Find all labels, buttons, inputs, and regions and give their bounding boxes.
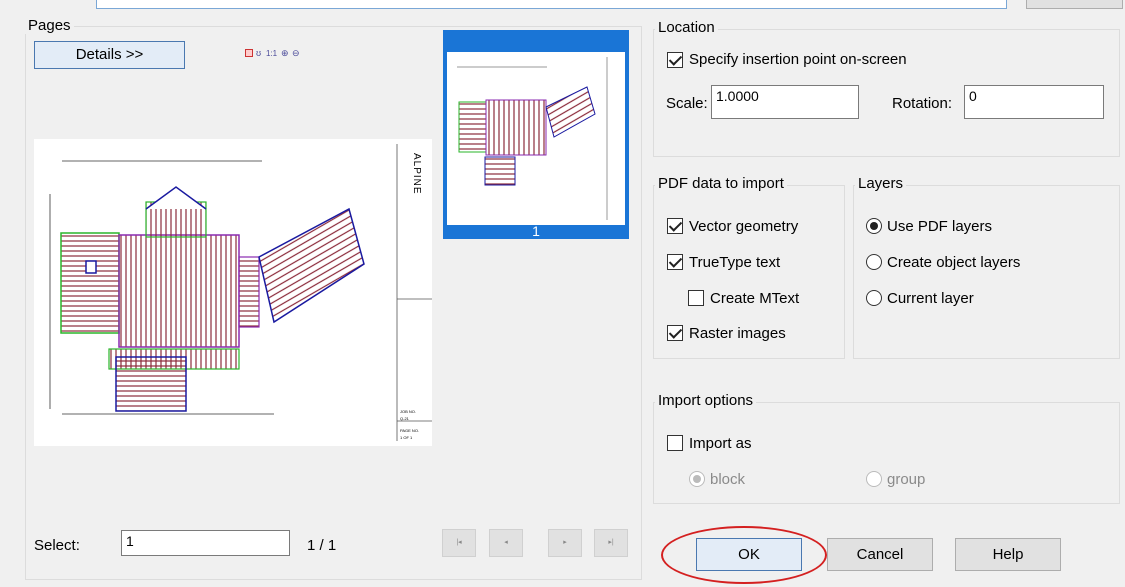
zoom-out-icon[interactable]: ⊖ [292,49,301,58]
details-button[interactable]: Details >> [34,41,185,69]
preview-job-value: Q-21 [400,416,409,421]
import-options-title: Import options [655,392,757,409]
first-page-button[interactable]: |◂ [442,529,476,557]
raster-images-checkbox[interactable] [667,325,683,341]
current-layer-radio[interactable] [866,290,882,306]
pdf-data-title: PDF data to import [655,175,787,192]
group-radio[interactable] [866,471,882,487]
preview-job-label: JOB NO. [400,409,417,414]
specify-insertion-checkbox[interactable] [667,52,683,68]
create-object-layers-label: Create object layers [887,254,1021,271]
use-pdf-layers-radio[interactable] [866,218,882,234]
create-mtext-checkbox[interactable] [688,290,704,306]
rotation-input[interactable]: 0 [964,85,1104,119]
zoom-actual-icon[interactable]: 1:1 [266,49,277,58]
top-button-edge [1026,0,1123,9]
scale-input[interactable]: 1.0000 [711,85,859,119]
specify-insertion-label: Specify insertion point on-screen [689,51,907,68]
thumbnail-label: 1 [532,223,540,239]
vector-geometry-label: Vector geometry [689,218,799,235]
block-radio[interactable] [689,471,705,487]
current-layer-label: Current layer [887,290,974,307]
preview-logo: ALPINE [411,153,422,195]
cancel-button[interactable]: Cancel [827,538,933,571]
vector-geometry-checkbox[interactable] [667,218,683,234]
location-title: Location [655,19,718,36]
ok-highlight-ellipse [661,526,827,584]
zoom-previous-icon[interactable]: ʊ [256,49,265,58]
pages-title: Pages [25,17,74,34]
use-pdf-layers-label: Use PDF layers [887,218,993,235]
truetype-text-label: TrueType text [689,254,781,271]
next-page-button[interactable]: ▸ [548,529,582,557]
top-field-edge [96,0,1007,9]
layers-title: Layers [855,175,907,192]
truetype-text-checkbox[interactable] [667,254,683,270]
preview-page-value: 1 OF 1 [400,435,413,440]
select-input[interactable]: 1 [121,530,290,556]
zoom-in-icon[interactable]: ⊕ [281,49,290,58]
previous-page-button[interactable]: ◂ [489,529,523,557]
scale-label: Scale: [666,95,708,112]
page-count: 1 / 1 [307,537,337,554]
roof-plan-drawing [49,144,432,441]
group-label: group [887,471,926,488]
create-object-layers-radio[interactable] [866,254,882,270]
last-page-button[interactable]: ▸| [594,529,628,557]
block-label: block [710,471,746,488]
thumbnail-image [447,52,625,225]
rotation-label: Rotation: [892,95,953,112]
import-options-group [653,402,1120,504]
thumbnail-drawing [457,57,608,220]
page-preview: ALPINE JOB NO. Q-21 PAGE NO. 1 OF 1 [34,139,432,446]
import-as-label: Import as [689,435,752,452]
create-mtext-label: Create MText [710,290,800,307]
page-thumbnail[interactable]: 1 [443,30,629,239]
zoom-window-icon[interactable] [245,49,253,57]
raster-images-label: Raster images [689,325,786,342]
preview-page-label: PAGE NO. [400,428,420,433]
help-button[interactable]: Help [955,538,1061,571]
import-as-checkbox[interactable] [667,435,683,451]
select-label: Select: [34,537,80,554]
layers-group [853,185,1120,359]
